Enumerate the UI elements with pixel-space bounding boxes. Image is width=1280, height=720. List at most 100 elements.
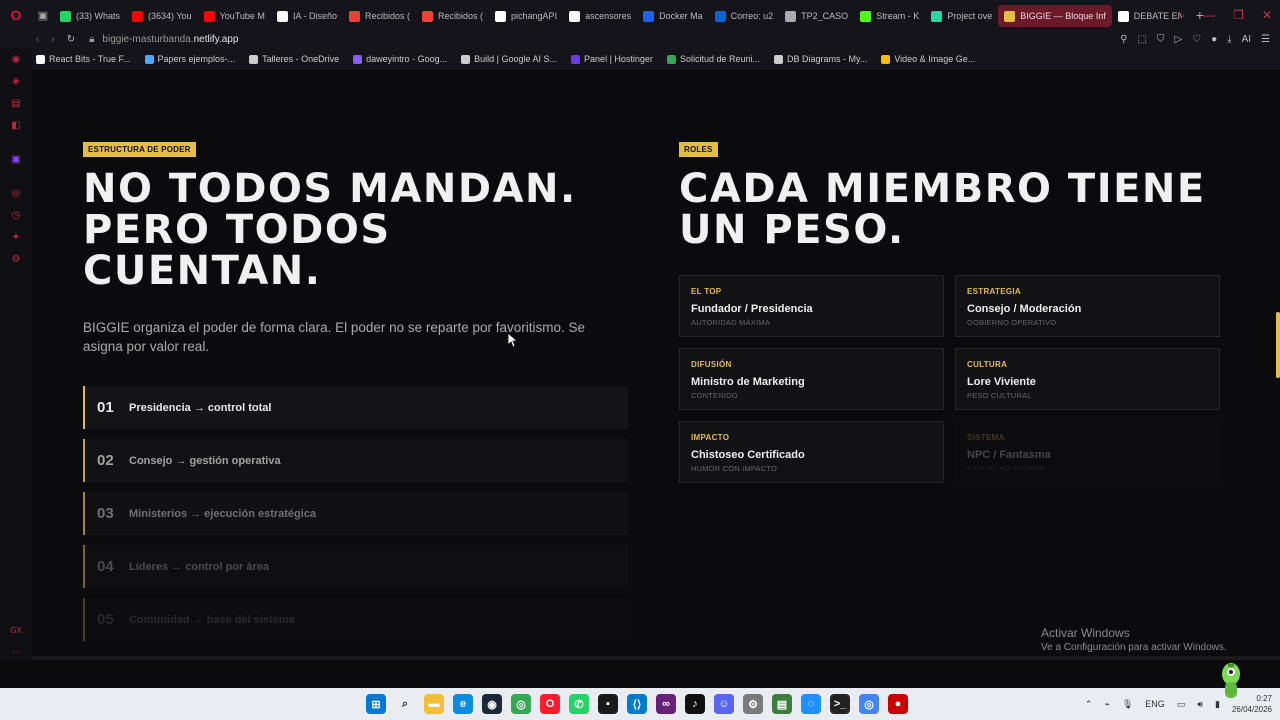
role-sub: GOBIERNO OPERATIVO	[967, 318, 1057, 327]
role-card[interactable]: ESTRATEGIA Consejo / Moderación GOBIERNO O…	[955, 275, 1220, 337]
bookmark-item[interactable]: daweyintro - Goog...	[353, 54, 447, 64]
power-step[interactable]: 04 Líderes → control por área	[83, 545, 628, 588]
power-step[interactable]: 05 Comunidad → base del sistema	[83, 598, 628, 641]
power-step[interactable]: 03 Ministerios → ejecución estratégica	[83, 492, 628, 535]
settings-app-icon[interactable]: ⚙	[743, 694, 763, 714]
browser-tab[interactable]: Correo: u2	[709, 5, 780, 27]
bookmark-label: React Bits - True F...	[49, 54, 131, 64]
settings-icon[interactable]: ⚙	[10, 254, 22, 266]
shield-icon[interactable]: ⛉	[1157, 34, 1165, 45]
tiktok-icon[interactable]: ♪	[685, 694, 705, 714]
gx-icon[interactable]: GX	[10, 626, 22, 635]
chrome-icon[interactable]: ◎	[511, 694, 531, 714]
browser-tab[interactable]: BIGGIE — Bloque Inf	[998, 5, 1112, 27]
bookmark-item[interactable]: Solicitud de Reuni...	[666, 54, 760, 64]
browser-tab[interactable]: Recibidos (	[343, 5, 416, 27]
browser-tab[interactable]: (33) Whats	[54, 5, 126, 27]
language-indicator[interactable]: ENG	[1145, 699, 1165, 709]
mic-icon[interactable]: 🎙︎	[1122, 699, 1133, 710]
play-icon[interactable]: ▷	[1174, 34, 1182, 45]
url-field[interactable]: biggie-masturbanda.netlify.app	[102, 34, 238, 45]
messenger-icon[interactable]: ▤	[10, 98, 22, 110]
chrome-alt-icon[interactable]: ◎	[859, 694, 879, 714]
bookmark-item[interactable]: React Bits - True F...	[36, 54, 131, 64]
search-icon[interactable]: ⌕	[395, 694, 415, 714]
back-button[interactable]: ‹	[36, 34, 39, 45]
file-explorer-icon[interactable]: ▬	[424, 694, 444, 714]
browser-tab[interactable]: DEBATE EN	[1112, 5, 1188, 27]
browser-tab[interactable]: YouTube M	[198, 5, 271, 27]
page-content: ESTRUCTURA DE PODER NO TODOS MANDAN. PER…	[32, 70, 1280, 658]
power-step[interactable]: 01 Presidencia → control total	[83, 386, 628, 429]
bookmark-label: daweyintro - Goog...	[366, 54, 448, 64]
jetbrains-icon[interactable]: ▪	[598, 694, 618, 714]
steam-icon[interactable]: ◉	[482, 694, 502, 714]
forward-button[interactable]: ›	[51, 34, 54, 45]
tray-overflow-icon[interactable]: ⌃	[1085, 699, 1093, 710]
terminal-icon[interactable]: >_	[830, 694, 850, 714]
history-icon[interactable]: ◷	[10, 210, 22, 222]
browser-tab[interactable]: Project ove	[925, 5, 998, 27]
browser-tab-bar: O ▣ (33) Whats (3634) You YouTube M IA - Di…	[0, 0, 1280, 30]
profile-icon[interactable]: ●	[1211, 34, 1217, 45]
opera-menu-icon[interactable]: O	[0, 0, 32, 30]
pin-icon[interactable]: ⚲	[1120, 34, 1127, 45]
volume-icon[interactable]: 🔊︎	[1197, 699, 1203, 710]
browser-tab[interactable]: ascensores	[563, 5, 637, 27]
role-card[interactable]: DIFUSIÓN Ministro de Marketing CONTENIDO	[679, 348, 944, 410]
browser-tab[interactable]: pichangAPI	[489, 5, 563, 27]
role-kicker: SISTEMA	[967, 433, 1005, 442]
edge-icon[interactable]: e	[453, 694, 473, 714]
browser-tab[interactable]: Stream - K	[854, 5, 925, 27]
ai-button[interactable]: AI	[1242, 34, 1251, 45]
role-card[interactable]: SISTEMA NPC / Fantasma EXISTE, NO APORTA	[955, 421, 1220, 483]
extensions-icon[interactable]: ✦	[10, 232, 22, 244]
whatsapp-icon[interactable]: ✆	[569, 694, 589, 714]
role-card[interactable]: CULTURA Lore Viviente PESO CULTURAL	[955, 348, 1220, 410]
minimize-button[interactable]: —	[1203, 8, 1215, 22]
lock-icon[interactable]: 🔒︎	[89, 34, 94, 45]
tab-overview-icon[interactable]: ▣	[32, 9, 54, 22]
more-icon[interactable]: ···	[12, 647, 20, 656]
notepad-icon[interactable]: ▤	[772, 694, 792, 714]
snapshot-icon[interactable]: ⬚	[1137, 34, 1146, 45]
close-window-button[interactable]: ✕	[1262, 8, 1272, 22]
visual-studio-icon[interactable]: ∞	[656, 694, 676, 714]
telegram-icon[interactable]: ◧	[10, 120, 22, 132]
browser-menu-icon[interactable]: ☰	[1261, 34, 1270, 45]
recorder-icon[interactable]: ●	[888, 694, 908, 714]
browser-tab[interactable]: (3634) You	[126, 5, 198, 27]
player-icon[interactable]: ◎	[10, 188, 22, 200]
discord-icon[interactable]: ☺	[714, 694, 734, 714]
bookmark-item[interactable]: Build | Google AI S...	[461, 54, 557, 64]
messenger-app-icon[interactable]: ◌	[801, 694, 821, 714]
vscode-icon[interactable]: ⟨⟩	[627, 694, 647, 714]
browser-tab[interactable]: Recibidos (	[416, 5, 489, 27]
bookmark-item[interactable]: Papers ejemplos-...	[144, 54, 235, 64]
power-step[interactable]: 02 Consejo → gestión operativa	[83, 439, 628, 482]
start-icon[interactable]: ⊞	[366, 694, 386, 714]
bookmark-item[interactable]: Panel | Hostinger	[571, 54, 653, 64]
heart-icon[interactable]: ♡	[1192, 34, 1201, 45]
browser-tab[interactable]: TP2_CASO	[779, 5, 854, 27]
horizontal-scrollbar[interactable]	[32, 656, 1280, 660]
display-icon[interactable]: ▭	[1177, 699, 1186, 710]
bookmark-item[interactable]: Video & Image Ge...	[881, 54, 975, 64]
battery-icon[interactable]: ▮	[1215, 699, 1220, 710]
aria-icon[interactable]: ◉	[10, 54, 22, 66]
scroll-indicator[interactable]	[1276, 312, 1280, 378]
twitch-icon[interactable]: ▣	[10, 154, 22, 166]
role-card[interactable]: EL TOP Fundador / Presidencia AUTORIDAD MÁ…	[679, 275, 944, 337]
browser-tab[interactable]: IA - Diseño	[271, 5, 343, 27]
download-icon[interactable]: ⤓	[1227, 34, 1231, 45]
network-icon[interactable]: ⌁	[1104, 699, 1109, 710]
search-tabs-icon[interactable]: ⌕	[1178, 8, 1185, 23]
role-card[interactable]: IMPACTO Chistoseo Certificado HUMOR CON IM…	[679, 421, 944, 483]
crypto-wallet-icon[interactable]: ◈	[10, 76, 22, 88]
bookmark-item[interactable]: DB Diagrams - My...	[773, 54, 867, 64]
reload-button[interactable]: ↻	[67, 34, 75, 45]
browser-tab[interactable]: Docker Ma	[637, 5, 709, 27]
bookmark-item[interactable]: Talleres - OneDrive	[249, 54, 339, 64]
restore-button[interactable]: ❐	[1233, 8, 1244, 22]
opera-icon[interactable]: O	[540, 694, 560, 714]
